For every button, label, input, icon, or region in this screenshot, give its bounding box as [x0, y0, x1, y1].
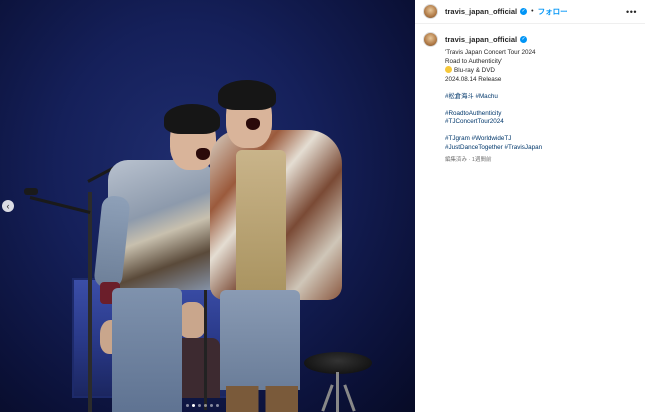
post-side-panel: travis_japan_official ✓ • フォロー ••• travi…	[415, 0, 645, 412]
more-options-icon[interactable]: •••	[626, 7, 637, 17]
performer-left-mouth	[196, 148, 210, 160]
mic-head	[24, 188, 38, 195]
follow-button[interactable]: フォロー	[538, 6, 568, 17]
carousel-dots	[186, 404, 219, 407]
header-separator: •	[531, 8, 534, 15]
screen-face-right	[178, 302, 206, 338]
caption-user-row: travis_japan_official ✓	[445, 32, 635, 47]
performer-right-shirt	[236, 150, 286, 300]
caption-comment: travis_japan_official ✓ 'Travis Japan Co…	[415, 24, 645, 163]
mic-stand-left	[88, 192, 92, 412]
post-header: travis_japan_official ✓ • フォロー •••	[415, 0, 645, 24]
caption-line: 2024.08.14 Release	[445, 75, 502, 83]
carousel-dot	[210, 404, 213, 407]
performer-left-hair	[164, 104, 220, 134]
stool-leg-center	[336, 372, 339, 412]
carousel-dot-active	[192, 404, 195, 407]
caption-avatar[interactable]	[423, 32, 438, 47]
stool-leg-right	[343, 384, 356, 412]
carousel-dot	[204, 404, 207, 407]
stage-stool	[304, 352, 372, 374]
hashtag-link[interactable]: #TJConcertTour2024	[445, 118, 635, 127]
caption-text: 'Travis Japan Concert Tour 2024 Road to …	[445, 49, 635, 152]
hashtag-link[interactable]: #RoadtoAuthenticity	[445, 110, 635, 119]
caption-body: travis_japan_official ✓ 'Travis Japan Co…	[445, 32, 635, 163]
verified-badge-icon: ✓	[520, 36, 528, 43]
caption-line: Road to Authenticity'	[445, 57, 503, 65]
carousel-dot	[216, 404, 219, 407]
carousel-dot	[198, 404, 201, 407]
performer-right-jeans	[220, 290, 300, 390]
performer-right-hair	[218, 80, 276, 110]
post-photo[interactable]: ‹	[0, 0, 415, 412]
performer-right-mouth	[246, 118, 260, 130]
carousel-prev-button[interactable]: ‹	[2, 200, 14, 212]
post-meta-edited-time: 編集済み · 1週間前	[445, 157, 492, 163]
caption-username-link[interactable]: travis_japan_official	[445, 35, 517, 44]
caption-line: 'Travis Japan Concert Tour 2024	[445, 49, 536, 56]
mic-boom	[29, 196, 91, 214]
hashtag-link[interactable]: #TJgram #WorldwideTJ	[445, 135, 635, 144]
stool-leg-left	[321, 384, 334, 412]
avatar[interactable]	[423, 4, 438, 19]
performer-left-jeans	[112, 288, 182, 412]
carousel-dot	[186, 404, 189, 407]
chevron-left-icon: ‹	[6, 201, 10, 211]
verified-badge-icon: ✓	[520, 8, 528, 15]
smile-emoji-icon	[445, 66, 452, 73]
performer-right-boots	[226, 386, 298, 412]
caption-line-with-emoji: Blu-ray & DVD	[445, 66, 635, 76]
header-username-link[interactable]: travis_japan_official	[445, 7, 517, 16]
hashtag-link[interactable]: #JustDanceTogether #TravisJapan	[445, 144, 635, 153]
hashtag-link[interactable]: #松倉海斗 #Machu	[445, 93, 635, 102]
